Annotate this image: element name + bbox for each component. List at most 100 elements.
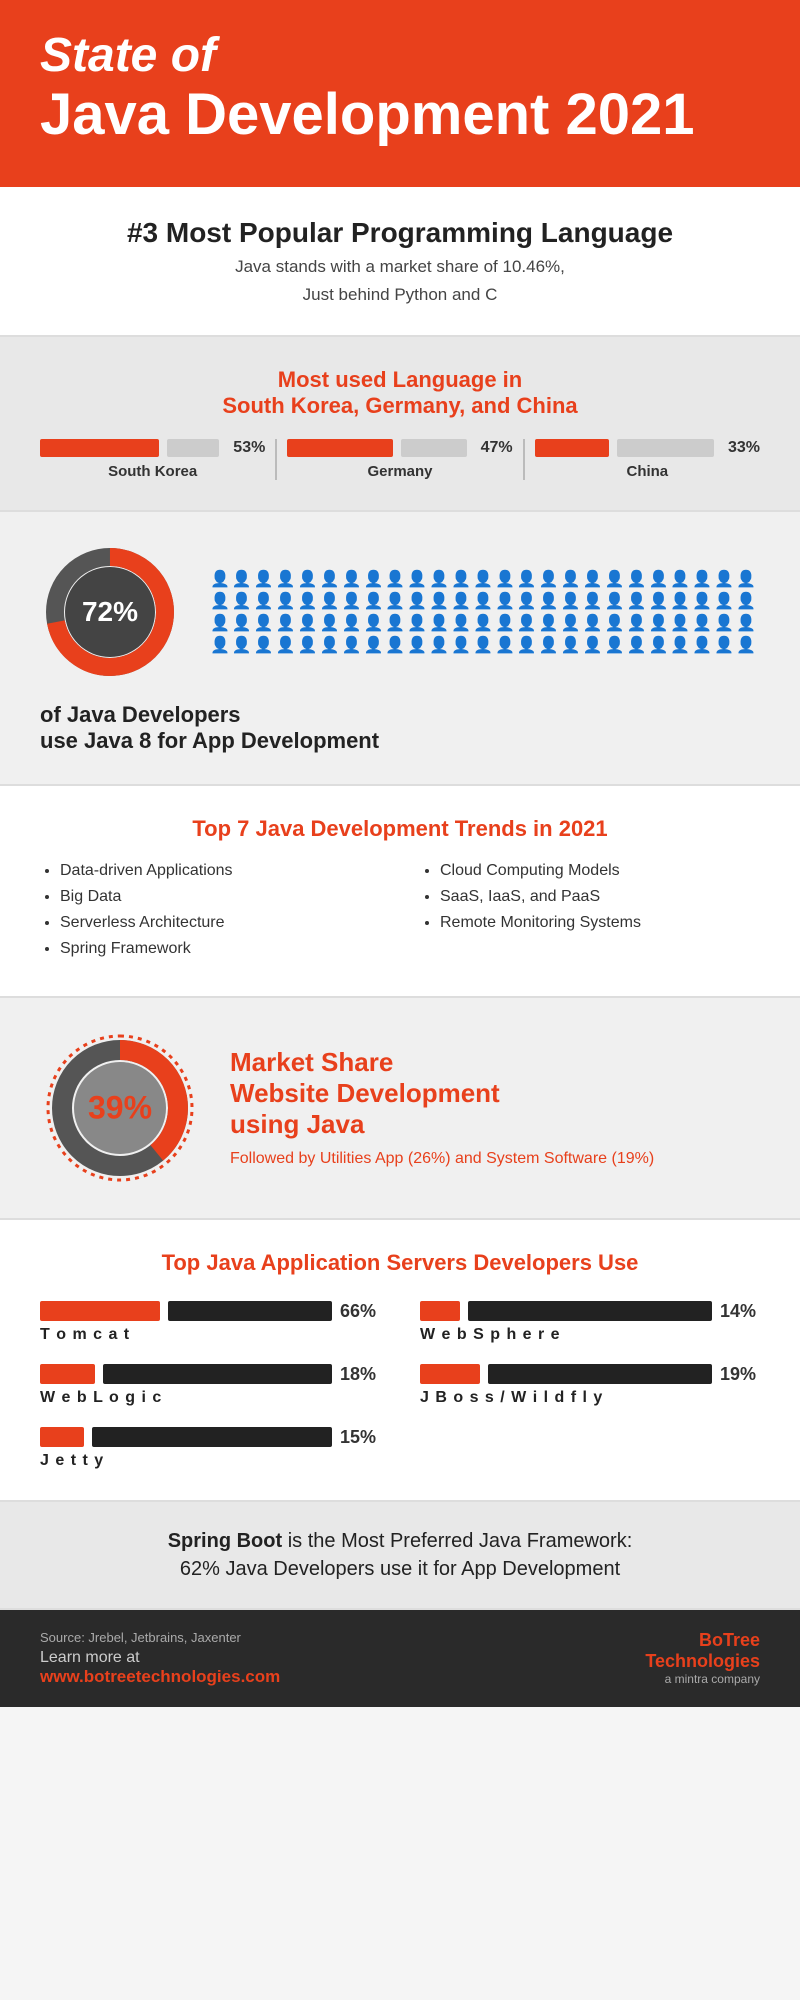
person-icon-82: 👤 bbox=[363, 635, 383, 655]
person-icon-3: 👤 bbox=[276, 569, 296, 589]
person-icon-22: 👤 bbox=[692, 569, 712, 589]
jetty-pct: 15% bbox=[340, 1427, 380, 1448]
servers-grid: 66% T o m c a t 14% W e b S p h e r e 18… bbox=[40, 1301, 760, 1470]
person-icon-62: 👤 bbox=[473, 613, 493, 633]
china-fill bbox=[535, 439, 609, 457]
person-icon-63: 👤 bbox=[495, 613, 515, 633]
person-icon-75: 👤 bbox=[210, 635, 230, 655]
trend-item-6: SaaS, IaaS, and PaaS bbox=[440, 888, 760, 906]
person-icon-53: 👤 bbox=[276, 613, 296, 633]
spring-text: Spring Boot is the Most Preferred Java F… bbox=[40, 1527, 760, 1583]
spring-text3: 62% Java Developers use it for App Devel… bbox=[180, 1558, 620, 1580]
spring-bold: Spring Boot bbox=[168, 1530, 282, 1552]
logo-bo: Bo bbox=[699, 1630, 723, 1650]
weblogic-pct: 18% bbox=[340, 1364, 380, 1385]
person-icon-8: 👤 bbox=[385, 569, 405, 589]
popular-title: #3 Most Popular Programming Language bbox=[40, 217, 760, 249]
person-icon-2: 👤 bbox=[254, 569, 274, 589]
person-icon-91: 👤 bbox=[561, 635, 581, 655]
person-icon-67: 👤 bbox=[583, 613, 603, 633]
person-icon-19: 👤 bbox=[627, 569, 647, 589]
person-icon-83: 👤 bbox=[385, 635, 405, 655]
south-korea-label: South Korea bbox=[40, 463, 265, 480]
jetty-bar-orange bbox=[40, 1427, 84, 1447]
header-section: State of Java Development 2021 bbox=[0, 0, 800, 187]
person-icon-48: 👤 bbox=[714, 591, 734, 611]
person-icon-46: 👤 bbox=[670, 591, 690, 611]
websphere-bar-orange bbox=[420, 1301, 460, 1321]
person-icon-23: 👤 bbox=[714, 569, 734, 589]
tomcat-bar-orange bbox=[40, 1301, 160, 1321]
footer-source: Source: Jrebel, Jetbrains, Jaxenter bbox=[40, 1630, 280, 1645]
header-line2: Java Development 2021 bbox=[40, 83, 760, 147]
south-korea-pct: 53% bbox=[227, 439, 265, 457]
language-section: Most used Language in South Korea, Germa… bbox=[0, 337, 800, 510]
person-icon-58: 👤 bbox=[385, 613, 405, 633]
person-icon-93: 👤 bbox=[605, 635, 625, 655]
person-icon-5: 👤 bbox=[320, 569, 340, 589]
popular-desc2: Just behind Python and C bbox=[40, 285, 760, 305]
person-icon-92: 👤 bbox=[583, 635, 603, 655]
person-icon-90: 👤 bbox=[539, 635, 559, 655]
servers-heading: Top Java Application Servers Developers … bbox=[40, 1250, 760, 1276]
tomcat-pct: 66% bbox=[340, 1301, 380, 1322]
trend-item-3: Serverless Architecture bbox=[60, 914, 380, 932]
person-icon-49: 👤 bbox=[736, 591, 756, 611]
websphere-label: W e b S p h e r e bbox=[420, 1326, 760, 1344]
person-icon-87: 👤 bbox=[473, 635, 493, 655]
person-icon-72: 👤 bbox=[692, 613, 712, 633]
person-icon-65: 👤 bbox=[539, 613, 559, 633]
person-icon-57: 👤 bbox=[363, 613, 383, 633]
person-icon-74: 👤 bbox=[736, 613, 756, 633]
person-icon-70: 👤 bbox=[648, 613, 668, 633]
china-pct: 33% bbox=[722, 439, 760, 457]
footer-left: Source: Jrebel, Jetbrains, Jaxenter Lear… bbox=[40, 1630, 280, 1687]
person-icon-32: 👤 bbox=[363, 591, 383, 611]
person-icon-97: 👤 bbox=[692, 635, 712, 655]
market-text: Market Share Website Development using J… bbox=[230, 1047, 654, 1169]
person-icon-36: 👤 bbox=[451, 591, 471, 611]
person-icon-79: 👤 bbox=[298, 635, 318, 655]
person-icon-44: 👤 bbox=[627, 591, 647, 611]
server-weblogic: 18% W e b L o g i c bbox=[40, 1364, 380, 1407]
person-icon-4: 👤 bbox=[298, 569, 318, 589]
person-icon-27: 👤 bbox=[254, 591, 274, 611]
trend-item-5: Cloud Computing Models bbox=[440, 862, 760, 880]
person-icon-13: 👤 bbox=[495, 569, 515, 589]
person-icon-12: 👤 bbox=[473, 569, 493, 589]
person-icon-89: 👤 bbox=[517, 635, 537, 655]
person-icon-56: 👤 bbox=[342, 613, 362, 633]
trends-right-col: Cloud Computing Models SaaS, IaaS, and P… bbox=[420, 862, 760, 966]
trends-right-list: Cloud Computing Models SaaS, IaaS, and P… bbox=[420, 862, 760, 932]
person-icon-20: 👤 bbox=[648, 569, 668, 589]
person-icon-66: 👤 bbox=[561, 613, 581, 633]
trend-item-2: Big Data bbox=[60, 888, 380, 906]
person-icon-15: 👤 bbox=[539, 569, 559, 589]
person-icon-88: 👤 bbox=[495, 635, 515, 655]
person-icon-81: 👤 bbox=[342, 635, 362, 655]
weblogic-bar-orange bbox=[40, 1364, 95, 1384]
person-icon-43: 👤 bbox=[605, 591, 625, 611]
person-icon-51: 👤 bbox=[232, 613, 252, 633]
person-icon-17: 👤 bbox=[583, 569, 603, 589]
person-icon-64: 👤 bbox=[517, 613, 537, 633]
jboss-pct: 19% bbox=[720, 1364, 760, 1385]
south-korea-fill bbox=[40, 439, 159, 457]
trends-left-col: Data-driven Applications Big Data Server… bbox=[40, 862, 380, 966]
germany-fill bbox=[287, 439, 393, 457]
person-icon-14: 👤 bbox=[517, 569, 537, 589]
java8-section: 72% 👤👤👤👤👤👤👤👤👤👤👤👤👤👤👤👤👤👤👤👤👤👤👤👤👤👤👤👤👤👤👤👤👤👤👤👤… bbox=[0, 510, 800, 784]
language-bar-germany: 47% Germany bbox=[287, 439, 524, 480]
person-icon-77: 👤 bbox=[254, 635, 274, 655]
header-line1: State of bbox=[40, 30, 760, 83]
person-icon-33: 👤 bbox=[385, 591, 405, 611]
person-icon-68: 👤 bbox=[605, 613, 625, 633]
person-icon-35: 👤 bbox=[429, 591, 449, 611]
tomcat-bar-dark bbox=[168, 1301, 332, 1321]
person-icon-11: 👤 bbox=[451, 569, 471, 589]
footer-right: BoTree Technologies a mintra company bbox=[645, 1630, 760, 1686]
trends-heading: Top 7 Java Development Trends in 2021 bbox=[40, 816, 760, 842]
person-icon-96: 👤 bbox=[670, 635, 690, 655]
person-icon-31: 👤 bbox=[342, 591, 362, 611]
person-icon-73: 👤 bbox=[714, 613, 734, 633]
